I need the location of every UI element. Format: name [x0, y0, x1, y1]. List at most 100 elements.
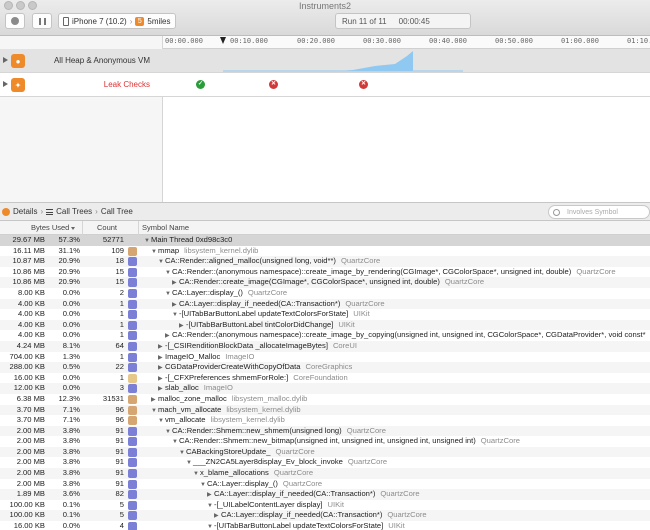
record-button[interactable] [5, 13, 25, 29]
user-code-icon [128, 331, 137, 341]
breadcrumb-details[interactable]: Details [13, 207, 37, 216]
disclosure-open-icon[interactable]: ▼ [207, 522, 214, 530]
run-label: Run 11 of 11 [342, 16, 387, 26]
user-code-icon [128, 299, 137, 309]
chevron-right-icon: › [129, 16, 133, 26]
bytes-cell: 2.00 MB [16, 436, 45, 446]
table-row[interactable]: 1.89 MB 3.6% 82 ▶ CA::Layer::display_if_need… [0, 489, 650, 500]
disclosure-triangle-icon[interactable] [3, 57, 8, 63]
column-divider[interactable] [138, 221, 139, 235]
table-row[interactable]: 10.86 MB 20.9% 15 ▶ CA::Render::create_image… [0, 277, 650, 288]
toolbar: Instruments2 iPhone 7 (10.2) › 5 5miles … [0, 0, 650, 36]
percent-cell: 0.0% [62, 309, 80, 319]
count-cell: 91 [115, 425, 124, 435]
table-row[interactable]: 288.00 KB 0.5% 22 ▶ CGDataProviderCreateWith… [0, 362, 650, 373]
table-header: Bytes Used Count Symbol Name [0, 221, 650, 235]
percent-cell: 0.5% [62, 362, 80, 372]
symbol-name: -[_UILabelContentLayer display] [214, 499, 323, 509]
table-row[interactable]: 16.00 KB 0.0% 4 ▼-[UITabBarButtonLabel upda… [0, 521, 650, 530]
table-row[interactable]: 10.87 MB 20.9% 18 ▼CA::Render::aligned_mall… [0, 256, 650, 267]
table-row[interactable]: 2.00 MB 3.8% 91 ▼CA::Layer::display_() Quart… [0, 479, 650, 490]
target-selector[interactable]: iPhone 7 (10.2) › 5 5miles [58, 13, 176, 29]
time-ruler[interactable]: 00:00.000 00:10.000 00:20.000 00:30.000 … [163, 36, 650, 49]
table-row[interactable]: 3.70 MB 7.1% 96 ▼mach_vm_allocate libsystem_… [0, 404, 650, 416]
column-divider[interactable] [82, 221, 83, 235]
percent-cell: 8.1% [62, 340, 80, 350]
percent-cell: 0.0% [62, 383, 80, 393]
table-row[interactable]: 2.00 MB 3.8% 91 ▼CA::Render::Shmem::new_shm… [0, 425, 650, 437]
table-row[interactable]: 4.00 KB 0.0% 1 ▶ CA::Layer::display_if_neede… [0, 298, 650, 310]
tick-label: 00:10.000 [230, 37, 268, 45]
system-library-icon [128, 246, 137, 256]
user-code-icon [128, 320, 137, 330]
percent-cell: 12.3% [58, 393, 80, 403]
table-row[interactable]: 16.00 KB 0.0% 1 ▶ -[_CFXPreferences shmemFor… [0, 373, 650, 384]
chevron-right-icon: › [40, 207, 44, 216]
filter-icon [553, 208, 560, 216]
count-cell: 1 [119, 330, 124, 340]
track-allocations[interactable]: ● All Heap & Anonymous VM [0, 49, 650, 73]
column-header-count[interactable]: Count [97, 223, 117, 232]
symbol-name: slab_alloc [165, 383, 199, 393]
library-name: QuartzCore [387, 510, 427, 520]
percent-cell: 0.0% [62, 319, 80, 329]
column-header-symbol[interactable]: Symbol Name [142, 223, 189, 232]
symbol-name: CA::Render::Shmem::new_bitmap(unsigned i… [179, 436, 476, 446]
table-row[interactable]: 2.00 MB 3.8% 91 ▼CABackingStoreUpdate_ Quart… [0, 446, 650, 458]
library-name: QuartzCore [380, 489, 420, 499]
table-row[interactable]: 2.00 MB 3.8% 91 ▼___ZN2CA5Layer8display_Ev_… [0, 457, 650, 468]
breadcrumb-call-trees[interactable]: Call Trees [56, 207, 92, 216]
table-row[interactable]: 16.11 MB 31.1% 109 ▼mmap libsystem_kernel.dy… [0, 246, 650, 257]
app-icon: 5 [135, 16, 145, 26]
window-title: Instruments2 [298, 1, 352, 11]
leak-check-ok-icon[interactable]: ✓ [196, 80, 205, 89]
table-row[interactable]: 4.00 KB 0.0% 1 ▶ CA::Render::(anonymous name… [0, 330, 650, 341]
table-row[interactable]: 29.67 MB 57.3% 52771 ▼Main Thread 0xd98c3c0 [0, 235, 650, 246]
user-code-icon [128, 426, 137, 436]
symbol-name: CA::Render::Shmem::new_shmem(unsigned lo… [172, 425, 342, 435]
leak-found-icon[interactable]: ✕ [269, 80, 278, 89]
column-header-bytes[interactable]: Bytes Used [31, 223, 76, 232]
table-row[interactable]: 2.00 MB 3.8% 91 ▼x_blame_allocations QuartzC… [0, 468, 650, 479]
table-row[interactable]: 4.00 KB 0.0% 1 ▼-[UITabBarButtonLabel updat… [0, 309, 650, 320]
symbol-filter-field[interactable]: Involves Symbol [548, 205, 650, 219]
app-label: 5miles [147, 16, 171, 26]
table-row[interactable]: 10.86 MB 20.9% 15 ▼CA::Render::(anonymous n… [0, 267, 650, 278]
disclosure-triangle-icon[interactable] [3, 81, 8, 87]
table-row[interactable]: 6.38 MB 12.3% 31531 ▶ malloc_zone_malloc libs… [0, 394, 650, 405]
playhead-icon[interactable] [220, 37, 226, 44]
call-tree-table[interactable]: 29.67 MB 57.3% 52771 ▼ Main Thread 0xd98c3c0… [0, 235, 650, 530]
symbol-name: CA::Layer::display_if_needed(CA::Transac… [214, 489, 376, 499]
breadcrumb-call-tree[interactable]: Call Tree [101, 207, 133, 216]
table-row[interactable]: 2.00 MB 3.8% 91 ▼CA::Render::Shmem::new_bit… [0, 436, 650, 447]
table-row[interactable]: 4.00 KB 0.0% 1 ▶ -[UITabBarButtonLabel tintC… [0, 319, 650, 331]
record-icon [11, 17, 19, 25]
tick-label: 00:20.000 [297, 37, 335, 45]
bytes-cell: 4.00 KB [17, 330, 45, 340]
user-code-icon [128, 469, 137, 479]
table-row[interactable]: 100.00 KB 0.1% 5 ▼-[_UILabelContentLayer di… [0, 500, 650, 511]
percent-cell: 0.0% [62, 298, 80, 308]
iphone-icon [63, 16, 69, 26]
table-row[interactable]: 3.70 MB 7.1% 96 ▼vm_allocate libsystem_kerne… [0, 415, 650, 426]
count-cell: 91 [115, 457, 124, 467]
symbol-name: -[UITabBarButtonLabel tintColorDidChange… [186, 319, 334, 329]
leak-found-icon[interactable]: ✕ [359, 80, 368, 89]
pause-button[interactable] [32, 13, 52, 29]
run-time: 00:00:45 [398, 16, 430, 26]
table-row[interactable]: 100.00 KB 0.1% 5 ▶ CA::Layer::display_if_nee… [0, 510, 650, 522]
count-cell: 82 [115, 489, 124, 499]
table-row[interactable]: 704.00 KB 1.3% 1 ▶ ImageIO_Malloc ImageIO [0, 352, 650, 363]
symbol-name: CA::Layer::display_() [207, 478, 278, 488]
table-row[interactable]: 12.00 KB 0.0% 3 ▶ slab_alloc ImageIO [0, 383, 650, 394]
device-label: iPhone 7 (10.2) [72, 16, 127, 26]
symbol-name: -[UITabBarButtonLabel updateTextColorsFo… [214, 521, 384, 530]
count-cell: 91 [115, 436, 124, 446]
library-name: QuartzCore [282, 478, 323, 488]
library-name: QuartzCore [347, 457, 388, 467]
table-row[interactable]: 4.24 MB 8.1% 64 ▶ -[_CSIRenditionBlockData _… [0, 340, 650, 352]
track-leak-checks[interactable]: ✦ Leak Checks ✓ ✕ ✕ [0, 73, 650, 97]
bytes-cell: 10.87 MB [12, 256, 45, 266]
track-name: All Heap & Anonymous VM [53, 56, 150, 65]
table-row[interactable]: 8.00 KB 0.0% 2 ▼CA::Layer::display_() Quartz… [0, 288, 650, 299]
